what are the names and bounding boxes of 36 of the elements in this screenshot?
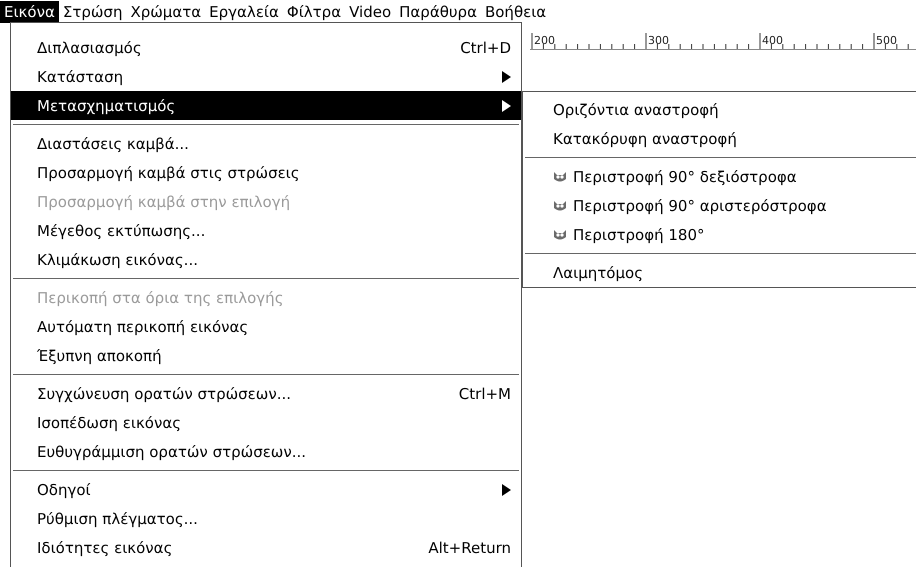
menu-item[interactable]: Οριζόντια αναστροφή: [523, 95, 916, 124]
menubar-item[interactable]: Στρώση: [58, 1, 126, 23]
menu-item[interactable]: Προσαρμογή καμβά στις στρώσεις: [11, 158, 521, 187]
menu-item[interactable]: Κατάσταση: [11, 62, 521, 91]
menu-item[interactable]: Λαιμητόμος: [523, 258, 916, 287]
menu-item[interactable]: Περιστροφή 90° αριστερόστροφα: [523, 191, 916, 220]
menu-item[interactable]: Περιστροφή 180°: [523, 220, 916, 249]
menubar-item[interactable]: Παράθυρα: [395, 1, 481, 23]
menubar-item[interactable]: Εικόνα: [0, 1, 59, 23]
menu-item[interactable]: Έξυπνη αποκοπή: [11, 341, 521, 370]
menu-item[interactable]: Ισοπέδωση εικόνας: [11, 408, 521, 437]
menu-item[interactable]: Κλιμάκωση εικόνας...: [11, 245, 521, 274]
menu-item[interactable]: Διπλασιασμός Ctrl+D: [11, 33, 521, 62]
submenu-arrow-icon: [502, 70, 511, 82]
menu-item[interactable]: Ευθυγράμμιση ορατών στρώσεων...: [11, 437, 521, 466]
mascot-icon: [553, 228, 567, 240]
menubar-item[interactable]: Video: [345, 1, 396, 23]
menu-item[interactable]: Ρύθμιση πλέγματος...: [11, 504, 521, 533]
menubar-item[interactable]: Βοήθεια: [480, 1, 550, 23]
menu-item[interactable]: Περιστροφή 90° δεξιόστροφα: [523, 162, 916, 191]
menubar-item[interactable]: Φίλτρα: [282, 1, 346, 23]
menubar-item[interactable]: Χρώματα: [126, 1, 206, 23]
menu-item[interactable]: Μέγεθος εκτύπωσης...: [11, 216, 521, 245]
menu-item[interactable]: Οδηγοί: [11, 475, 521, 504]
mascot-icon: [553, 170, 567, 182]
menu-item[interactable]: Διαστάσεις καμβά...: [11, 129, 521, 158]
submenu-arrow-icon: [502, 484, 511, 496]
submenu-arrow-icon: [502, 100, 511, 112]
menu-item[interactable]: Κατακόρυφη αναστροφή: [523, 124, 916, 153]
menubar-item[interactable]: Εργαλεία: [205, 1, 283, 23]
mascot-icon: [553, 200, 567, 212]
ruler: 200 300 400 500: [530, 32, 916, 50]
menu-item[interactable]: Συγχώνευση ορατών στρώσεων... Ctrl+M: [11, 379, 521, 408]
menu-item[interactable]: Ιδιότητες εικόνας Alt+Return: [11, 533, 521, 562]
menu-item[interactable]: Μετασχηματισμός: [11, 91, 521, 120]
menu-item[interactable]: Αυτόματη περικοπή εικόνας: [11, 312, 521, 341]
